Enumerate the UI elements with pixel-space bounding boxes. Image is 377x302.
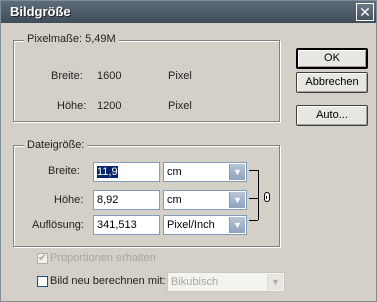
doc-height-value: 8,92 [97,194,119,206]
chevron-down-icon[interactable]: ▼ [229,217,245,233]
constrain-proportions-checkbox[interactable]: ✔ [37,252,48,264]
resample-checkbox[interactable] [37,276,48,287]
resolution-input[interactable]: 341,513 [93,215,160,235]
resolution-label: Auflösung: [32,219,84,231]
constrain-proportions-label: Proportionen erhalten [50,252,156,264]
resample-method-select[interactable]: Bikubisch ▼ [167,272,285,292]
chevron-down-icon[interactable]: ▼ [229,164,245,180]
title-bar: Bildgröße ✕ [1,1,376,23]
ok-button[interactable]: OK [296,48,368,69]
resample-method-value: Bikubisch [171,276,219,288]
pixel-height-unit: Pixel [168,100,192,112]
doc-width-value: 11,9 [97,166,118,178]
doc-width-unit-value: cm [167,166,182,178]
doc-height-unit-select[interactable]: cm ▼ [163,190,247,210]
close-button[interactable]: ✕ [356,3,374,21]
checkmark-icon: ✔ [38,252,48,264]
chevron-down-icon[interactable]: ▼ [229,192,245,208]
chevron-down-icon[interactable]: ▼ [267,274,283,290]
pixel-width-label: Breite: [51,70,83,82]
image-size-dialog: Bildgröße ✕ Pixelmaße: 5,49M Breite: 160… [0,0,377,302]
doc-height-input[interactable]: 8,92 [93,190,160,210]
pixel-width-unit: Pixel [168,70,192,82]
doc-width-label: Breite: [48,165,80,177]
link-bracket-top [249,170,258,171]
link-bracket-vertical [258,170,259,220]
doc-width-input[interactable]: 11,9 [93,162,160,182]
close-icon: ✕ [359,4,371,20]
resolution-unit-value: Pixel/Inch [167,219,215,231]
link-bracket-mid [249,198,258,199]
resolution-value: 341,513 [97,219,137,231]
resolution-unit-select[interactable]: Pixel/Inch ▼ [163,215,247,235]
document-size-legend: Dateigröße: [24,139,88,151]
cancel-button[interactable]: Abbrechen [296,72,368,93]
doc-width-unit-select[interactable]: cm ▼ [163,162,247,182]
auto-button[interactable]: Auto... [296,105,368,126]
pixel-height-label: Höhe: [57,100,87,112]
pixel-dimensions-legend: Pixelmaße: 5,49M [24,33,119,45]
pixel-height-value: 1200 [97,100,122,112]
doc-height-label: Höhe: [54,194,84,206]
pixel-width-value: 1600 [97,70,122,82]
dialog-title: Bildgröße [10,4,71,19]
doc-height-unit-value: cm [167,194,182,206]
chain-link-icon [264,192,270,202]
link-bracket-bottom [249,220,258,221]
resample-label: Bild neu berechnen mit: [50,275,166,287]
